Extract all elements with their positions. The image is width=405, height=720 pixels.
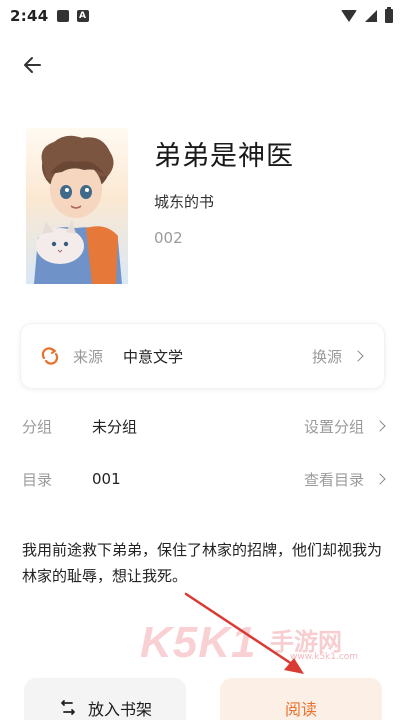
status-time: 2:44 (10, 7, 49, 25)
book-author[interactable]: 城东的书 (154, 191, 214, 212)
group-row: 分组 未分组 设置分组 (22, 411, 386, 441)
status-bar: 2:44 (0, 0, 405, 32)
group-value: 未分组 (92, 417, 138, 436)
back-button[interactable] (18, 50, 48, 80)
catalog-row: 目录 001 查看目录 (22, 464, 386, 494)
add-to-shelf-button[interactable]: 放入书架 (24, 678, 186, 720)
read-button[interactable]: 阅读 (220, 678, 382, 720)
chevron-right-icon (374, 420, 386, 432)
wifi-icon (341, 10, 357, 22)
signal-icon (365, 10, 377, 22)
view-catalog-label: 查看目录 (303, 470, 364, 489)
book-title: 弟弟是神医 (154, 141, 294, 172)
latest-chapter: 002 (154, 229, 183, 247)
chevron-right-icon (374, 473, 386, 485)
book-description: 我用前途救下弟弟，保住了林家的招牌，他们却视我为林家的耻辱，想让我死。 (22, 541, 383, 585)
read-label: 阅读 (284, 700, 317, 719)
change-source-label: 换源 (311, 347, 342, 366)
battery-icon (385, 7, 393, 23)
arrow-left-icon (24, 57, 41, 73)
watermark-url: www.k5k1.com (290, 652, 359, 662)
set-group-label: 设置分组 (303, 417, 364, 436)
bookshelf-icon (61, 700, 75, 715)
status-indicators (341, 7, 393, 23)
source-card: 来源 中意文学 换源 (20, 323, 385, 389)
source-label: 来源 (73, 347, 104, 366)
source-refresh-icon (41, 347, 59, 365)
watermark: K5K1 手游网 www.k5k1.com (140, 618, 400, 668)
change-source-button[interactable]: 换源 (311, 346, 364, 367)
watermark-text: K5K1 (140, 618, 257, 667)
source-value: 中意文学 (123, 347, 184, 366)
catalog-label: 目录 (22, 470, 53, 489)
view-catalog-button[interactable]: 查看目录 (303, 469, 386, 490)
add-to-shelf-label: 放入书架 (87, 700, 152, 719)
set-group-button[interactable]: 设置分组 (303, 416, 386, 437)
group-label: 分组 (22, 417, 53, 436)
book-cover (26, 128, 128, 284)
chevron-right-icon (352, 350, 364, 362)
catalog-value: 001 (92, 470, 121, 488)
app-notification-icon (76, 10, 89, 22)
notification-icon (56, 10, 69, 22)
